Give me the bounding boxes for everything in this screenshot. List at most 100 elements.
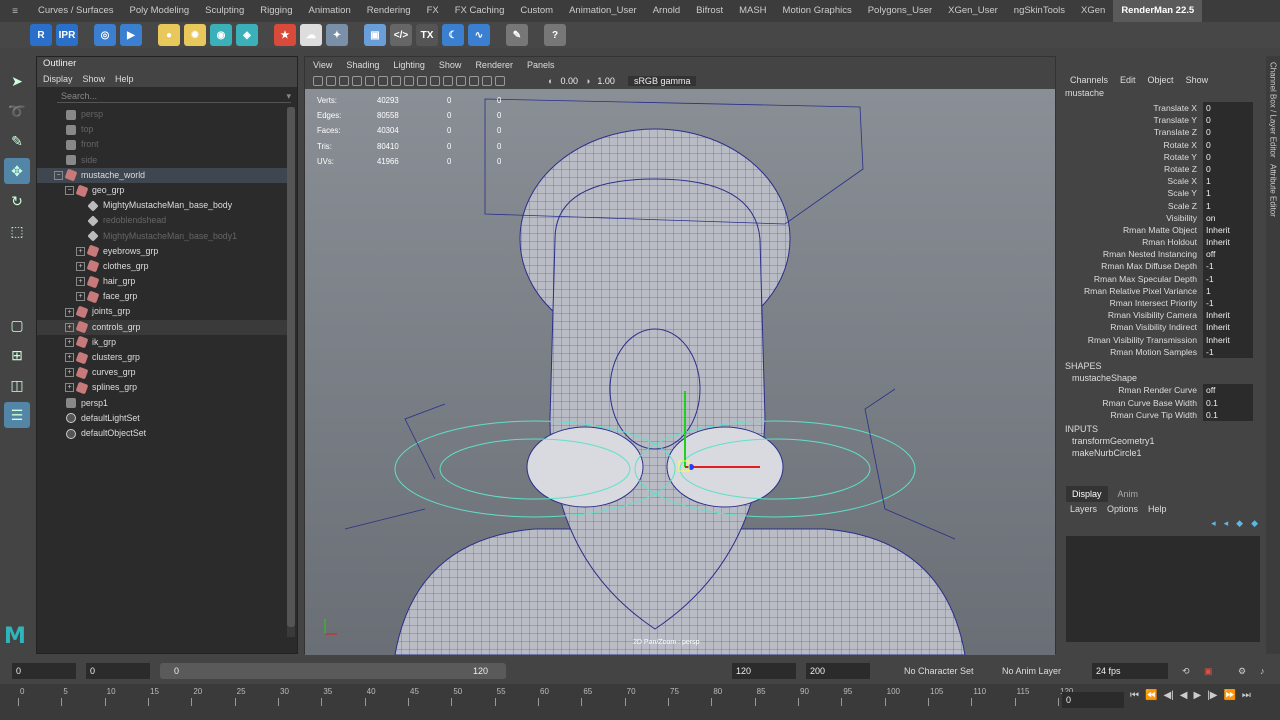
xray-icon[interactable]: [495, 76, 505, 86]
step-forward-frame-icon[interactable]: |▶: [1207, 690, 1217, 701]
shelf-tab[interactable]: Custom: [512, 0, 561, 22]
collapse-icon[interactable]: −: [54, 170, 63, 180]
gear-star-icon[interactable]: ✦: [326, 24, 348, 46]
lights-icon[interactable]: [456, 76, 466, 86]
shelf-tab[interactable]: Rendering: [359, 0, 419, 22]
attribute-value[interactable]: off: [1203, 384, 1253, 397]
move-tool-icon[interactable]: ✥: [4, 158, 30, 184]
attribute-row[interactable]: Rman Curve Tip Width 0.1: [1062, 408, 1266, 421]
attribute-row[interactable]: Rman Visibility Indirect Inherit: [1062, 321, 1266, 334]
outliner-item[interactable]: + eyebrows_grp: [37, 244, 287, 259]
attribute-row[interactable]: Rman Max Specular Depth -1: [1062, 272, 1266, 285]
viewport-menu-show[interactable]: Show: [439, 57, 462, 73]
outliner-item[interactable]: + face_grp: [37, 289, 287, 304]
shelf-tab[interactable]: Animation: [300, 0, 358, 22]
shelf-tab[interactable]: Poly Modeling: [122, 0, 198, 22]
attribute-value[interactable]: 1: [1203, 284, 1253, 297]
attribute-row[interactable]: Scale X 1: [1062, 175, 1266, 188]
loop-icon[interactable]: ⟲: [1182, 663, 1190, 679]
outliner-item[interactable]: + clusters_grp: [37, 350, 287, 365]
attribute-value[interactable]: Inherit: [1203, 223, 1253, 237]
shadows-icon[interactable]: [469, 76, 479, 86]
side-tab[interactable]: Attribute Editor: [1269, 164, 1278, 217]
fps-selector[interactable]: 24 fps: [1092, 663, 1168, 679]
wireframe-on-shaded-icon[interactable]: [430, 76, 440, 86]
attribute-value[interactable]: 0: [1203, 102, 1253, 115]
outliner-item[interactable]: + controls_grp: [37, 319, 287, 335]
clapper-icon[interactable]: ◎: [94, 24, 116, 46]
attribute-row[interactable]: Rman Curve Base Width 0.1: [1062, 396, 1266, 409]
shelf-tab[interactable]: Rigging: [252, 0, 300, 22]
single-view-layout-icon[interactable]: ▢: [4, 312, 30, 338]
grid-icon[interactable]: [365, 76, 375, 86]
attribute-value[interactable]: on: [1203, 211, 1253, 224]
resolution-gate-icon[interactable]: [391, 76, 401, 86]
expand-icon[interactable]: +: [65, 307, 74, 317]
attribute-value[interactable]: -1: [1203, 345, 1253, 358]
attribute-value[interactable]: 0.1: [1203, 408, 1253, 421]
playback-end-field[interactable]: 120: [732, 663, 796, 679]
layer-menu-help[interactable]: Help: [1148, 502, 1167, 516]
shelf-tab[interactable]: MASH: [731, 0, 774, 22]
outliner-item[interactable]: top: [37, 122, 287, 137]
attribute-row[interactable]: Rman Visibility Camera Inherit: [1062, 309, 1266, 322]
shelf-tab[interactable]: ngSkinTools: [1006, 0, 1073, 22]
attribute-value[interactable]: 0: [1203, 126, 1253, 139]
attribute-row[interactable]: Rman Render Curve off: [1062, 384, 1266, 397]
rotate-tool-icon[interactable]: ↻: [4, 188, 30, 214]
range-slider[interactable]: 0 120: [160, 663, 506, 679]
attribute-value[interactable]: 1: [1203, 199, 1253, 212]
attribute-row[interactable]: Translate Z 0: [1062, 126, 1266, 139]
attribute-row[interactable]: Rotate Z 0: [1062, 162, 1266, 176]
outliner-item[interactable]: persp1: [37, 396, 287, 411]
shelf-tab[interactable]: Animation_User: [561, 0, 645, 22]
env-light-icon[interactable]: ●: [158, 24, 180, 46]
attribute-value[interactable]: -1: [1203, 272, 1253, 285]
scale-tool-icon[interactable]: ⬚: [4, 218, 30, 244]
layer-list[interactable]: [1066, 536, 1260, 642]
preferences-icon[interactable]: ⚙: [1238, 663, 1246, 679]
auto-key-icon[interactable]: ▣: [1204, 663, 1213, 679]
viewport-menu-shading[interactable]: Shading: [346, 57, 379, 73]
outliner-item[interactable]: redoblendshead: [37, 213, 287, 228]
channel-box-menu-object[interactable]: Object: [1148, 72, 1174, 88]
step-forward-key-icon[interactable]: ⏩: [1223, 690, 1235, 701]
cube-icon[interactable]: ▣: [364, 24, 386, 46]
layer-menu-layers[interactable]: Layers: [1070, 502, 1097, 516]
lasso-tool-icon[interactable]: ➰: [4, 98, 30, 124]
attribute-value[interactable]: -1: [1203, 260, 1253, 273]
dome-light-icon[interactable]: ◉: [210, 24, 232, 46]
select-camera-icon[interactable]: [313, 76, 323, 86]
textured-icon[interactable]: [443, 76, 453, 86]
four-view-layout-icon[interactable]: ⊞: [4, 342, 30, 368]
paint-select-tool-icon[interactable]: ✎: [4, 128, 30, 154]
play-backwards-icon[interactable]: ◀: [1180, 690, 1188, 701]
isolate-select-icon[interactable]: [482, 76, 492, 86]
shelf-tab[interactable]: Arnold: [645, 0, 688, 22]
outliner-menu-show[interactable]: Show: [83, 71, 106, 87]
shelf-tab[interactable]: RenderMan 22.5: [1113, 0, 1203, 22]
smooth-shade-icon[interactable]: [417, 76, 427, 86]
attribute-value[interactable]: 0: [1203, 150, 1253, 163]
attribute-value[interactable]: 1: [1203, 187, 1253, 200]
gamma-icon[interactable]: ◑: [585, 76, 590, 86]
waveform-icon[interactable]: ∿: [468, 24, 490, 46]
current-frame-field[interactable]: 0: [1062, 692, 1124, 708]
attribute-value[interactable]: Inherit: [1203, 321, 1253, 334]
film-gate-icon[interactable]: [378, 76, 388, 86]
sun-light-icon[interactable]: ✹: [184, 24, 206, 46]
sound-icon[interactable]: ♪: [1260, 663, 1265, 679]
outliner-layout-icon[interactable]: ☰: [4, 402, 30, 428]
channel-box-menu-show[interactable]: Show: [1186, 72, 1209, 88]
layer-menu-options[interactable]: Options: [1107, 502, 1138, 516]
node-name[interactable]: mustache: [1062, 88, 1266, 102]
expand-icon[interactable]: +: [76, 292, 85, 302]
outliner-scrollbar[interactable]: [287, 107, 295, 637]
attribute-value[interactable]: Inherit: [1203, 236, 1253, 249]
pixar-material-icon[interactable]: ★: [274, 24, 296, 46]
attribute-value[interactable]: off: [1203, 248, 1253, 261]
expand-icon[interactable]: +: [65, 383, 74, 393]
viewport-menu-panels[interactable]: Panels: [527, 57, 555, 73]
outliner-item[interactable]: MightyMustacheMan_base_body1: [37, 229, 287, 244]
cloud-icon[interactable]: ☁: [300, 24, 322, 46]
